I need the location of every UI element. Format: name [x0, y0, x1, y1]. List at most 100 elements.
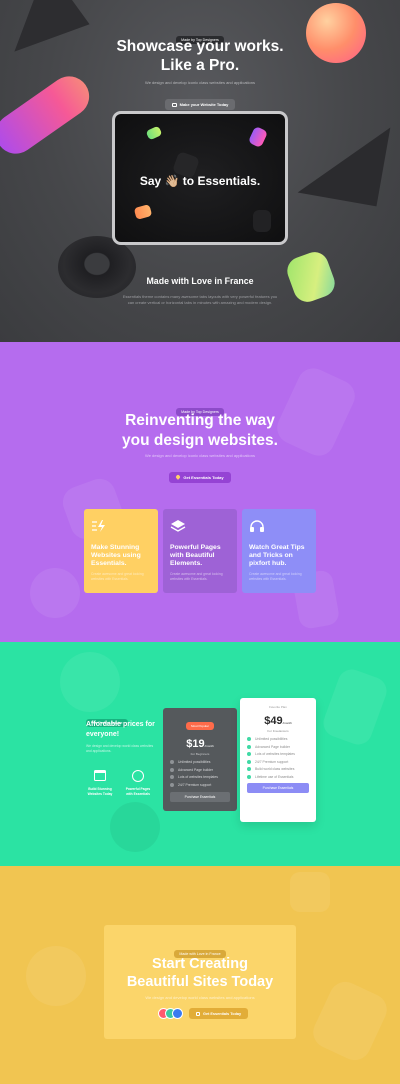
feature-card-2-title: Powerful Pages with Beautiful Elements. [170, 544, 221, 568]
hero-section: Made by Top Designers Showcase your work… [0, 0, 400, 342]
pricing-title-line1: Affordable prices for [86, 721, 155, 728]
plan-feature-item: Lots of websites templates [170, 775, 230, 780]
hero-cta-label: Make your Website Today [179, 102, 229, 108]
plan-feature-label: Advanced Page builder [178, 767, 214, 772]
feature-card-1-title: Make Stunning Websites using Essentials. [91, 544, 141, 568]
plan-card-beginners: Most Popular $19/month For Beginners Unl… [163, 708, 237, 811]
pricing-feature-2-line1: Powerful Pages [125, 787, 151, 791]
plan2-feature-list: Unlimited possibilities Advanced Page bui… [247, 737, 309, 779]
feature-card-3[interactable]: Watch Great Tips and Tricks on pixfort h… [242, 509, 316, 593]
plan1-feature-list: Unlimited possibilities Advanced Page bui… [170, 760, 230, 787]
pricing-desc: We design and develop world class websit… [86, 744, 154, 753]
plan1-tag: Most Popular [186, 722, 214, 730]
hero-cta-button[interactable]: Make your Website Today [164, 99, 236, 111]
lock-icon [132, 770, 144, 782]
deco-mini-orange [133, 204, 153, 220]
deco-faded-shape-10 [290, 872, 330, 912]
pricing-feature-2-line2: with Essentials [126, 791, 150, 796]
feature-card-3-title: Watch Great Tips and Tricks on pixfort h… [249, 544, 305, 568]
avatar-group [158, 1008, 188, 1019]
plan-feature-item: Advanced Page builder [247, 744, 309, 749]
made-desc-line2: can create vertical or horizontal tabs i… [127, 300, 273, 305]
plan1-name: For Beginners [190, 752, 210, 756]
feature-card-2[interactable]: Powerful Pages with Beautiful Elements. … [163, 509, 237, 593]
deco-torus [58, 236, 136, 298]
cta-button[interactable]: Get Essentials Today [189, 1008, 249, 1019]
deco-mini-purple [247, 125, 269, 149]
cta-subtitle: We design and develop world class websit… [145, 995, 255, 1000]
plan1-period: /month [204, 744, 214, 748]
plan-feature-item: Lots of websites templates [247, 752, 309, 757]
check-icon [247, 737, 251, 741]
plan-feature-item: 24/7 Premium support [170, 782, 230, 787]
bag-icon [196, 1011, 200, 1016]
plan2-tag: Favorite Plan [269, 705, 287, 709]
plan-feature-label: 24/7 Premium support [255, 759, 289, 764]
feature-card-1-desc: Create awesome and great looking website… [91, 571, 144, 581]
check-icon [170, 782, 174, 787]
deco-dark-cone [297, 113, 391, 207]
deco-faded-shape-3 [30, 568, 80, 618]
hero-subtitle: We design and develop iconic class websi… [145, 80, 255, 85]
plan2-purchase-button[interactable]: Purchase Essentials [247, 782, 309, 793]
plan-feature-item: Advanced Page builder [170, 767, 230, 772]
pricing-feature-1-line2: Websites Today [87, 791, 113, 796]
check-icon [247, 767, 251, 772]
plan-feature-label: 24/7 Premium support [178, 782, 212, 787]
deco-mini-green [145, 125, 163, 141]
plan-card-freelancers: Favorite Plan $49/month For Freelancers … [240, 698, 316, 822]
check-icon [247, 774, 251, 779]
plan-feature-item: Lifetime use of Essentials [247, 774, 309, 779]
feature-card-1[interactable]: Make Stunning Websites using Essentials.… [84, 509, 158, 593]
pin-icon [175, 474, 182, 480]
screen-text: Say 👋🏼 to Essentials. [139, 174, 261, 188]
made-with-love-desc: Essentials theme contains many awesome t… [0, 294, 400, 306]
feature-card-2-desc: Create awesome and great looking website… [170, 571, 223, 581]
tablet-screen: Say 👋🏼 to Essentials. [115, 114, 285, 242]
plan-feature-label: Build world class websites [255, 767, 295, 772]
plan2-price: $49 [264, 715, 283, 727]
plan1-purchase-button[interactable]: Purchase Essentials [170, 791, 230, 802]
hero-title: Showcase your works. Like a Pro. [0, 37, 400, 75]
pricing-title: Affordable prices for everyone! [86, 720, 155, 739]
hero-title-line2: Like a Pro. [160, 57, 240, 74]
plan-feature-item: Unlimited possibilities [170, 760, 230, 764]
tablet-mockup: Say 👋🏼 to Essentials. [112, 111, 288, 245]
plan-feature-label: Unlimited possibilities [255, 737, 288, 741]
pricing-feature-1-line1: Build Stunning [88, 787, 112, 791]
lightning-icon [92, 520, 105, 532]
headphones-icon [250, 520, 264, 532]
cta-title-line1: Start Creating [152, 956, 248, 972]
reinvent-title-line2: you design websites. [122, 432, 278, 449]
hero-title-line1: Showcase your works. [116, 38, 284, 55]
reinvent-cta-label: Get Essentials Today [183, 474, 224, 480]
check-icon [247, 744, 251, 749]
plan2-button-label: Purchase Essentials [262, 785, 294, 790]
plan1-button-label: Purchase Essentials [184, 794, 216, 799]
reinvent-subtitle: We design and develop iconic class websi… [145, 453, 255, 458]
reinvent-title: Reinventing the way you design websites. [0, 411, 400, 451]
pricing-title-line2: everyone! [86, 730, 120, 738]
pricing-feature-2: Powerful Pages with Essentials [122, 770, 154, 796]
reinvent-section [0, 342, 400, 642]
cta-title-line2: Beautiful Sites Today [126, 974, 274, 990]
reinvent-cta-button[interactable]: Get Essentials Today [169, 471, 231, 483]
plan-feature-item: Unlimited possibilities [247, 737, 309, 741]
check-icon [170, 767, 174, 772]
plan-feature-label: Unlimited possibilities [178, 760, 211, 764]
plan2-period: /month [282, 721, 292, 725]
plan-feature-label: Lifetime use of Essentials [255, 774, 294, 779]
check-icon [247, 752, 251, 757]
feature-card-3-desc: Create awesome and great looking website… [249, 571, 302, 581]
plan-feature-label: Lots of websites templates [255, 752, 295, 757]
pricing-feature-1: Build Stunning Websites Today [84, 770, 116, 796]
plan-feature-item: Build world class websites [247, 767, 309, 772]
browser-icon [94, 770, 106, 781]
deco-faded-shape-7 [319, 665, 391, 749]
deco-faded-shape-5 [60, 652, 120, 712]
plan-feature-label: Lots of websites templates [178, 775, 218, 780]
cta-button-label: Get Essentials Today [203, 1011, 242, 1016]
deco-faded-shape-6 [110, 802, 160, 852]
deco-mini-dark2 [253, 210, 271, 232]
plan-feature-item: 24/7 Premium support [247, 759, 309, 764]
